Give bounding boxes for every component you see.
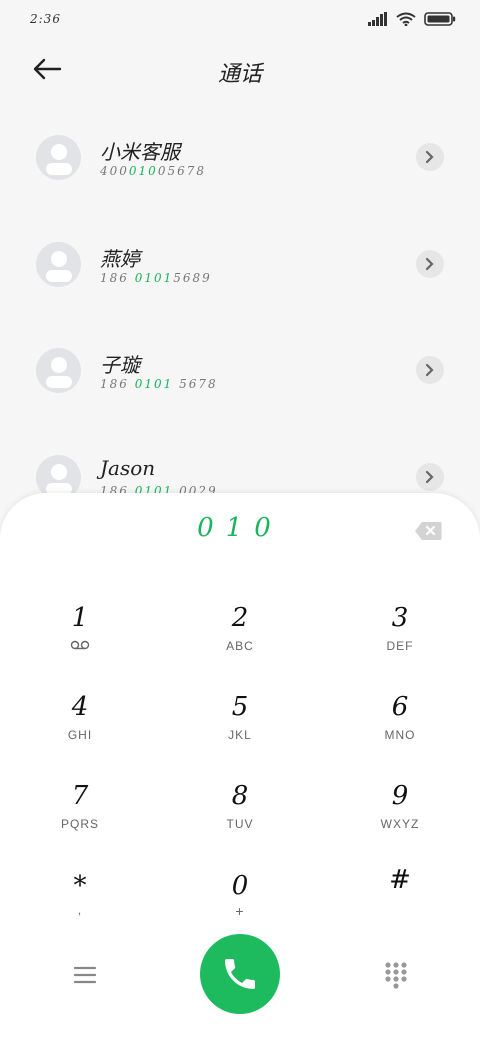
phone-icon	[225, 959, 255, 989]
menu-button[interactable]	[70, 963, 100, 987]
battery-icon	[424, 12, 456, 26]
key-star[interactable]: * ,	[20, 869, 140, 939]
key-hash[interactable]: #	[340, 863, 460, 933]
key-7[interactable]: 7 PQRS	[20, 779, 140, 849]
contact-detail-button[interactable]	[416, 143, 444, 171]
contact-detail-button[interactable]	[416, 249, 444, 278]
contact-name: 燕婷	[100, 246, 140, 271]
status-bar: 2:36	[0, 0, 480, 40]
backspace-icon	[415, 522, 442, 540]
contact-row[interactable]: 小米客服 40001005678	[0, 100, 480, 207]
page-title: 通话	[217, 62, 262, 87]
contact-row[interactable]: 子璇 186 0101 5678	[0, 313, 480, 420]
contact-number: 186 01015689	[100, 270, 212, 285]
voicemail-icon	[20, 639, 140, 653]
key-9[interactable]: 9 WXYZ	[340, 779, 460, 849]
key-0[interactable]: 0 +	[180, 869, 300, 939]
key-1[interactable]: 1	[20, 601, 140, 671]
contact-name: 小米客服	[100, 140, 180, 164]
avatar	[36, 348, 81, 393]
key-6[interactable]: 6 MNO	[340, 690, 460, 760]
backspace-button[interactable]	[414, 521, 442, 541]
avatar	[36, 135, 81, 180]
key-5[interactable]: 5 JKL	[180, 690, 300, 760]
chevron-right-icon	[425, 257, 434, 270]
menu-icon	[73, 966, 97, 984]
key-2[interactable]: 2 ABC	[180, 601, 300, 671]
signal-icon	[368, 12, 387, 26]
call-button[interactable]	[200, 934, 280, 1014]
dialpad-sheet: 010 1 2 ABC 3 DEF 4 GHI 5 JKL 6 MNO 7 PQ…	[0, 493, 480, 1040]
key-8[interactable]: 8 TUV	[180, 779, 300, 849]
contact-detail-button[interactable]	[416, 356, 444, 384]
status-icons	[368, 12, 456, 26]
dialpad-toggle-button[interactable]	[384, 961, 408, 989]
key-4[interactable]: 4 GHI	[20, 690, 140, 760]
contact-row[interactable]: 燕婷 186 01015689	[0, 207, 480, 314]
wifi-icon	[396, 12, 416, 26]
contact-detail-button[interactable]	[416, 462, 444, 491]
dialed-number: 010	[197, 513, 283, 543]
chevron-right-icon	[425, 150, 434, 164]
contact-list: 小米客服 40001005678 燕婷 186 01015689 子璇 186 …	[0, 100, 480, 526]
contact-number: 40001005678	[100, 164, 206, 178]
avatar	[36, 241, 81, 287]
chevron-right-icon	[425, 470, 434, 483]
key-3[interactable]: 3 DEF	[340, 601, 460, 671]
contact-number: 186 0101 5678	[100, 377, 218, 391]
status-time: 2:36	[30, 12, 61, 26]
header: 通话	[0, 40, 480, 100]
contact-name: Jason	[100, 455, 156, 480]
dialpad-icon	[385, 962, 407, 989]
contact-name: 子璇	[100, 353, 140, 377]
chevron-right-icon	[425, 363, 434, 377]
